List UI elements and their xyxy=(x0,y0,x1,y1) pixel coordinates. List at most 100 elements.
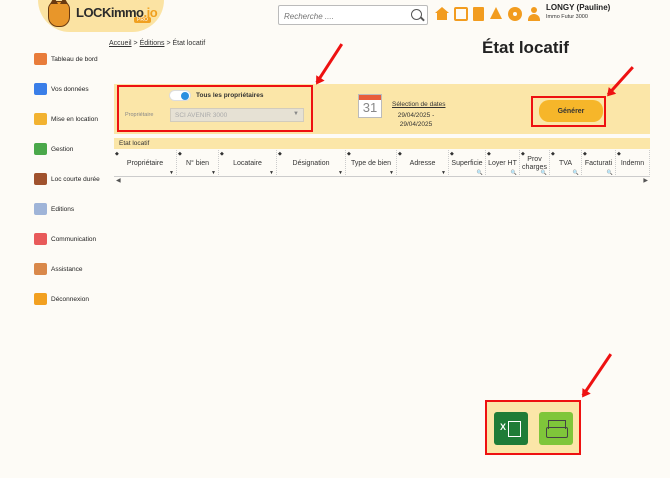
search-icon[interactable] xyxy=(411,9,422,20)
column-label: N° bien xyxy=(185,159,210,167)
print-button[interactable] xyxy=(539,412,573,445)
column-label: Type de bien xyxy=(350,159,392,167)
sidebar-item-mise-en-location[interactable]: Mise en location xyxy=(34,104,114,134)
column-label: Propriétaire xyxy=(126,159,164,167)
sidebar-item-gestion[interactable]: Gestion xyxy=(34,134,114,164)
sort-icon[interactable]: ◆ xyxy=(583,150,587,158)
sidebar-item-label: Vos données xyxy=(51,85,89,93)
sidebar-item-label: Communication xyxy=(51,235,97,243)
home-icon[interactable] xyxy=(435,7,449,21)
sidebar-item-vos-donnees[interactable]: Vos données xyxy=(34,74,114,104)
sort-icon[interactable]: ◆ xyxy=(278,150,282,158)
highlight-box-generate xyxy=(531,96,606,127)
column-label: Facturati xyxy=(584,159,613,167)
column-header[interactable]: ◆ Superficie 🔍 xyxy=(449,150,486,177)
column-header[interactable]: ◆ Locataire ▼ xyxy=(219,150,277,177)
column-header[interactable]: ◆ Loyer HT 🔍 xyxy=(486,150,520,177)
management-icon xyxy=(34,143,47,155)
column-header[interactable]: ◆ N° bien ▼ xyxy=(177,150,219,177)
column-label: Adresse xyxy=(409,159,436,167)
search-box xyxy=(278,5,428,26)
annotation-arrow xyxy=(315,43,344,84)
column-label: Désignation xyxy=(292,159,330,167)
column-header[interactable]: ◆ Type de bien ▼ xyxy=(346,150,397,177)
breadcrumb-editions-link[interactable]: Éditions xyxy=(140,40,165,47)
breadcrumb-home-link[interactable]: Accueil xyxy=(109,40,132,47)
key-icon xyxy=(34,113,47,125)
user-icon[interactable] xyxy=(527,7,541,21)
sidebar-item-label: Mise en location xyxy=(51,115,98,123)
sidebar-item-label: Gestion xyxy=(51,145,74,153)
breadcrumb-current: État locatif xyxy=(172,40,206,47)
sidebar-item-label: Loc courte durée xyxy=(51,175,100,183)
breadcrumb: Accueil > Éditions > État locatif xyxy=(109,40,205,47)
breadcrumb-separator: > xyxy=(166,40,171,47)
report-icon xyxy=(34,203,47,215)
table-title: Etat locatif xyxy=(114,138,650,149)
top-icons xyxy=(435,7,541,21)
document-icon[interactable] xyxy=(473,7,484,21)
sidebar-item-deconnexion[interactable]: Déconnexion xyxy=(34,284,114,314)
logo[interactable]: LOCKimmo.io PRO xyxy=(38,0,164,32)
person-icon xyxy=(34,83,47,95)
column-header[interactable]: ◆ Désignation ▼ xyxy=(277,150,346,177)
column-header[interactable]: ◆ TVA 🔍 xyxy=(550,150,582,177)
date-selection-link[interactable]: Sélection de dates xyxy=(392,101,445,108)
logout-icon xyxy=(34,293,47,305)
column-label: TVA xyxy=(558,159,573,167)
cat-logo-icon xyxy=(48,0,70,27)
scroll-right-icon[interactable]: ▶ xyxy=(643,177,648,184)
user-company: Immo Futur 3000 xyxy=(546,14,588,20)
sidebar-item-label: Editions xyxy=(51,205,75,213)
dashboard-icon xyxy=(34,53,47,65)
column-header[interactable]: ◆ Facturati 🔍 xyxy=(582,150,616,177)
suitcase-icon xyxy=(34,173,47,185)
sidebar-item-assistance[interactable]: Assistance xyxy=(34,254,114,284)
column-header[interactable]: ◆ Adresse ▼ xyxy=(397,150,449,177)
sidebar: Tableau de bord Vos données Mise en loca… xyxy=(34,44,114,314)
search-input[interactable] xyxy=(279,7,399,26)
page-title: État locatif xyxy=(482,38,569,57)
sort-icon[interactable]: ◆ xyxy=(398,150,402,158)
sidebar-item-communication[interactable]: Communication xyxy=(34,224,114,254)
sort-icon[interactable]: ◆ xyxy=(551,150,555,158)
tree-icon[interactable] xyxy=(489,7,503,21)
column-label: Locataire xyxy=(233,159,262,167)
highlight-box-filters xyxy=(117,85,313,132)
column-label: Superficie xyxy=(451,159,483,167)
sort-icon[interactable]: ◆ xyxy=(220,150,224,158)
edit-icon[interactable] xyxy=(454,7,468,21)
scroll-left-icon[interactable]: ◀ xyxy=(116,177,121,184)
sort-icon[interactable]: ◆ xyxy=(521,150,525,158)
column-label: Loyer HT xyxy=(488,159,517,167)
sidebar-item-loc-courte-duree[interactable]: Loc courte durée xyxy=(34,164,114,194)
sort-icon[interactable]: ◆ xyxy=(347,150,351,158)
sort-icon[interactable]: ◆ xyxy=(115,150,119,158)
excel-export-button[interactable] xyxy=(494,412,528,445)
user-name: LONGY (Pauline) xyxy=(546,3,611,12)
horizontal-scrollbar[interactable]: ◀ ▶ xyxy=(114,176,650,184)
column-header[interactable]: ◆ Propriétaire ▼ xyxy=(114,150,177,177)
column-header[interactable]: ◆ Prov charges 🔍 xyxy=(520,150,550,177)
sidebar-item-tableau-de-bord[interactable]: Tableau de bord xyxy=(34,44,114,74)
breadcrumb-separator: > xyxy=(133,40,138,47)
gear-icon[interactable] xyxy=(508,7,522,21)
table-header: ◆ Propriétaire ▼ ◆ N° bien ▼ ◆ Locataire ▼ ◆ Dé… xyxy=(114,150,650,177)
date-range: 29/04/2025 - 29/04/2025 xyxy=(397,112,435,128)
sort-icon[interactable]: ◆ xyxy=(178,150,182,158)
sort-icon[interactable]: ◆ xyxy=(450,150,454,158)
support-icon xyxy=(34,263,47,275)
annotation-arrow xyxy=(582,353,613,397)
sidebar-item-label: Déconnexion xyxy=(51,295,89,303)
calendar-day: 31 xyxy=(362,100,378,115)
sidebar-item-label: Assistance xyxy=(51,265,83,273)
logo-badge: PRO xyxy=(134,17,151,23)
column-header[interactable]: ◆ Indemn xyxy=(616,150,650,177)
sort-icon[interactable]: ◆ xyxy=(617,150,621,158)
sidebar-item-editions[interactable]: Editions xyxy=(34,194,114,224)
sidebar-item-label: Tableau de bord xyxy=(51,55,98,63)
calendar-icon[interactable]: 31 xyxy=(358,94,382,118)
column-label: Indemn xyxy=(620,159,645,167)
sort-icon[interactable]: ◆ xyxy=(487,150,491,158)
chat-icon xyxy=(34,233,47,245)
